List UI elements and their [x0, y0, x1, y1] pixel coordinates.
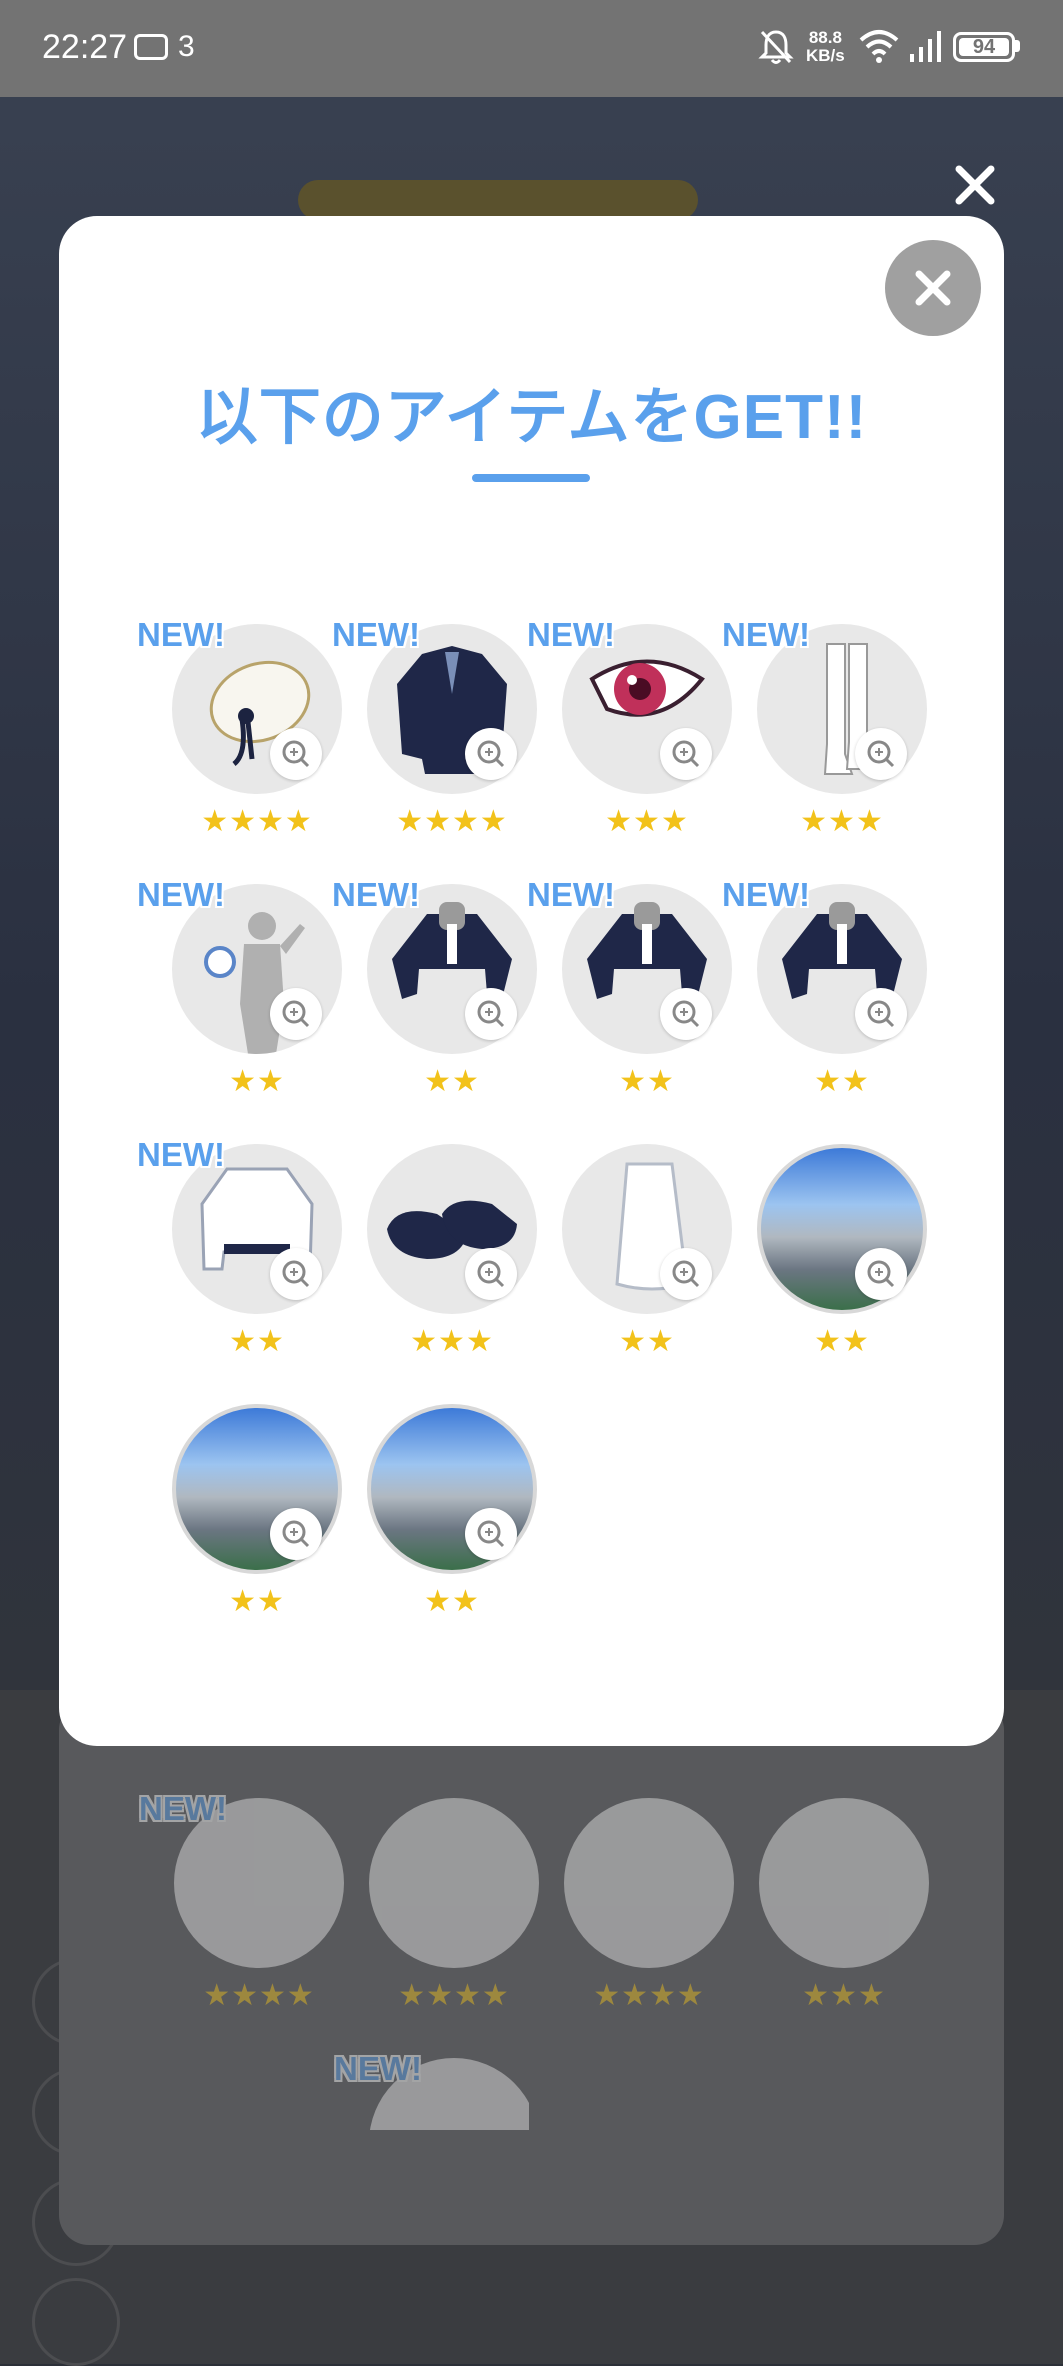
reward-item[interactable]: NEW! ★★★★: [332, 616, 537, 846]
background-item: ★★★★: [334, 1790, 539, 2020]
modal-title: 以下のアイテムをGET!!: [195, 383, 868, 452]
signal-icon: [910, 31, 941, 62]
rarity-stars: ★★★★: [398, 1979, 510, 2012]
rarity-stars: ★★: [619, 1325, 675, 1358]
rarity-stars: ★★★: [605, 805, 689, 838]
reward-item[interactable]: ★★: [137, 1396, 342, 1626]
new-badge: NEW!: [332, 616, 420, 653]
overlay-close-button[interactable]: [950, 160, 1000, 210]
rarity-stars: ★★★: [410, 1325, 494, 1358]
reward-item[interactable]: ★★: [527, 1136, 732, 1366]
zoom-icon[interactable]: [465, 1508, 517, 1560]
background-item: ★★★★: [529, 1790, 734, 2020]
item-thumbnail: [369, 1798, 539, 1968]
reward-item[interactable]: NEW! ★★: [137, 876, 342, 1106]
zoom-icon[interactable]: [270, 1508, 322, 1560]
zoom-icon[interactable]: [270, 988, 322, 1040]
background-item: NEW! ★★★★: [139, 1790, 344, 2020]
zoom-icon[interactable]: [855, 728, 907, 780]
reward-item[interactable]: NEW! ★★: [332, 876, 537, 1106]
reward-modal: 以下のアイテムをGET!! NEW! ★★★★ NEW! ★★★★ NEW! ★…: [59, 216, 1004, 1746]
new-badge: NEW!: [137, 1136, 225, 1173]
new-badge: NEW!: [332, 876, 420, 913]
modal-close-button[interactable]: [885, 240, 981, 336]
zoom-icon[interactable]: [270, 728, 322, 780]
zoom-icon[interactable]: [660, 1248, 712, 1300]
reward-item[interactable]: NEW! ★★★: [527, 616, 732, 846]
rarity-stars: ★★★★: [593, 1979, 705, 2012]
rarity-stars: ★★: [424, 1065, 480, 1098]
new-badge: NEW!: [334, 2050, 422, 2087]
rarity-stars: ★★: [229, 1585, 285, 1618]
rarity-stars: ★★: [229, 1325, 285, 1358]
new-badge: NEW!: [137, 616, 225, 653]
rarity-stars: ★★: [229, 1065, 285, 1098]
reward-item[interactable]: NEW! ★★: [722, 876, 927, 1106]
rarity-stars: ★★: [814, 1065, 870, 1098]
title-underline: [472, 474, 590, 482]
zoom-icon[interactable]: [465, 1248, 517, 1300]
new-badge: NEW!: [527, 616, 615, 653]
new-badge: NEW!: [527, 876, 615, 913]
close-icon: [955, 165, 995, 205]
message-notification-icon: [134, 34, 168, 60]
new-badge: NEW!: [137, 876, 225, 913]
reward-item[interactable]: NEW! ★★: [527, 876, 732, 1106]
rarity-stars: ★★★★: [396, 805, 508, 838]
zoom-icon[interactable]: [660, 728, 712, 780]
item-thumbnail: [564, 1798, 734, 1968]
new-badge: NEW!: [722, 616, 810, 653]
close-icon: [915, 270, 951, 306]
rarity-stars: ★★: [814, 1325, 870, 1358]
rarity-stars: ★★★★: [201, 805, 313, 838]
reward-item[interactable]: NEW! ★★★: [722, 616, 927, 846]
reward-item[interactable]: NEW! ★★: [137, 1136, 342, 1366]
net-speed-unit: KB/s: [806, 46, 845, 65]
background-item-panel: NEW! ★★★★ ★★★★ ★★★★ ★★★ NEW!: [59, 1700, 1004, 2245]
zoom-icon[interactable]: [465, 728, 517, 780]
background-banner: [298, 180, 698, 220]
rarity-stars: ★★★: [802, 1979, 886, 2012]
net-speed-value: 88.8: [808, 28, 842, 47]
status-time: 22:27: [42, 28, 128, 66]
reward-item[interactable]: ★★★: [332, 1136, 537, 1366]
notification-count: 3: [178, 30, 195, 63]
status-bar: 22:27 3 88.8 KB/s 94: [0, 0, 1063, 97]
new-badge: NEW!: [722, 876, 810, 913]
rarity-stars: ★★★★: [203, 1979, 315, 2012]
network-speed: 88.8 KB/s: [806, 29, 845, 65]
reward-item[interactable]: NEW! ★★★★: [137, 616, 342, 846]
new-badge: NEW!: [139, 1790, 227, 1827]
zoom-icon[interactable]: [855, 1248, 907, 1300]
zoom-icon[interactable]: [270, 1248, 322, 1300]
reward-item[interactable]: ★★: [722, 1136, 927, 1366]
rarity-stars: ★★: [424, 1585, 480, 1618]
bell-muted-icon: [758, 30, 794, 64]
zoom-icon[interactable]: [465, 988, 517, 1040]
item-thumbnail: [759, 1798, 929, 1968]
wifi-icon: [859, 30, 899, 63]
battery-level: 94: [959, 37, 1009, 57]
zoom-icon[interactable]: [855, 988, 907, 1040]
battery-icon: 94: [953, 32, 1015, 62]
rarity-stars: ★★: [619, 1065, 675, 1098]
reward-item[interactable]: ★★: [332, 1396, 537, 1626]
rarity-stars: ★★★: [800, 805, 884, 838]
background-avatar: [32, 2278, 120, 2366]
zoom-icon[interactable]: [660, 988, 712, 1040]
battery-tip: [1015, 40, 1020, 52]
background-item: NEW!: [334, 2050, 529, 2130]
background-item: ★★★: [724, 1790, 929, 2020]
